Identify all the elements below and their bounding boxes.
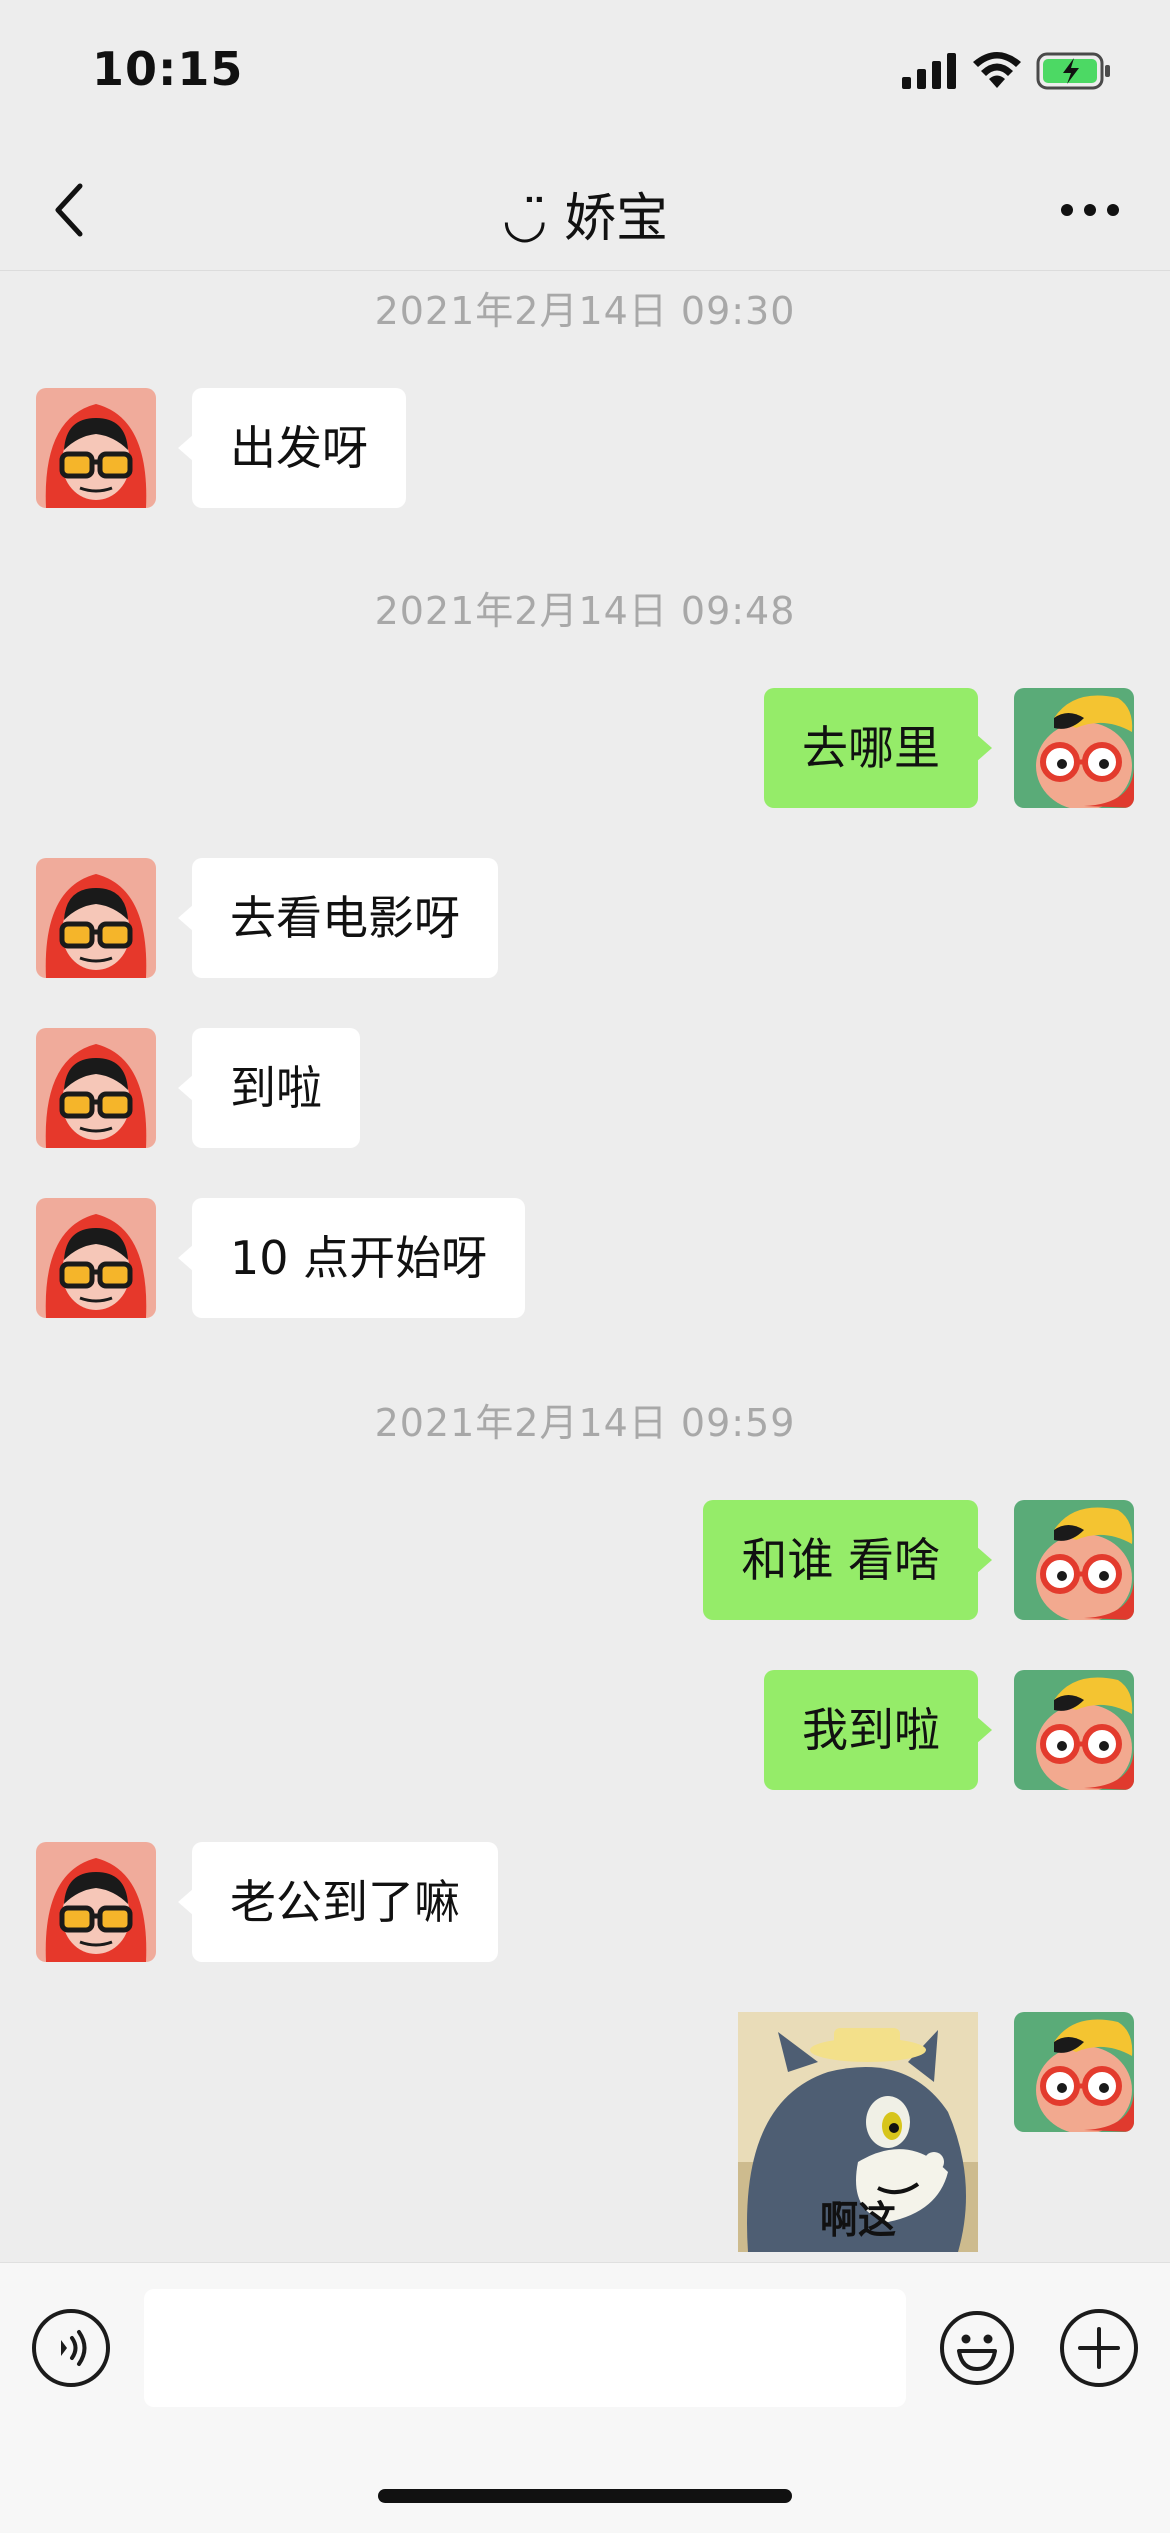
message-bubble-received[interactable]: 10 点开始呀	[177, 1198, 526, 1318]
contact-avatar-icon	[36, 858, 156, 978]
my-avatar-icon	[1014, 688, 1134, 808]
ellipsis-icon	[1061, 204, 1119, 216]
signal-icon	[902, 53, 956, 89]
plus-icon	[1078, 2327, 1120, 2369]
status-icons	[902, 52, 1112, 90]
contact-avatar-icon	[36, 388, 156, 508]
chat-title: ◡̈ 娇宝	[502, 189, 668, 249]
contact-avatar[interactable]	[36, 388, 156, 508]
emoji-icon	[940, 2311, 1014, 2385]
wifi-icon	[973, 52, 1021, 88]
sticker-caption: 啊这	[819, 2198, 896, 2242]
more-button[interactable]	[1050, 180, 1130, 240]
input-bar	[0, 2262, 1170, 2533]
my-avatar-icon	[1014, 2012, 1134, 2132]
nav-bar: ◡̈ 娇宝	[0, 150, 1170, 271]
my-avatar[interactable]	[1014, 688, 1134, 808]
message-bubble-sent[interactable]: 去哪里	[764, 688, 992, 808]
message-input[interactable]	[144, 2289, 906, 2407]
status-bar: 10:15	[0, 0, 1170, 150]
my-avatar[interactable]	[1014, 1670, 1134, 1790]
my-avatar[interactable]	[1014, 1500, 1134, 1620]
chat-area[interactable]: 2021年2月14日 09:30 出发呀 2021年2月14日 09:48 去哪…	[0, 270, 1170, 2260]
message-bubble-received[interactable]: 到啦	[178, 1028, 360, 1148]
message-bubble-sent[interactable]: 我到啦	[764, 1670, 992, 1790]
contact-avatar[interactable]	[36, 1028, 156, 1148]
timestamp: 2021年2月14日 09:59	[374, 1401, 796, 1445]
home-indicator[interactable]	[378, 2489, 792, 2503]
contact-avatar-icon	[36, 1198, 156, 1318]
my-avatar-icon	[1014, 1500, 1134, 1620]
emoji-button[interactable]	[938, 2309, 1016, 2387]
my-avatar-icon	[1014, 1670, 1134, 1790]
timestamp: 2021年2月14日 09:30	[374, 289, 796, 333]
message-bubble-received[interactable]: 去看电影呀	[178, 858, 498, 978]
contact-avatar[interactable]	[36, 1842, 156, 1962]
message-bubble-sent[interactable]: 和谁 看啥	[703, 1500, 992, 1620]
status-time: 10:15	[92, 42, 244, 96]
message-bubble-received[interactable]: 老公到了嘛	[178, 1842, 498, 1962]
contact-avatar[interactable]	[36, 1198, 156, 1318]
more-actions-button[interactable]	[1060, 2309, 1138, 2387]
battery-charging-icon	[1036, 52, 1110, 90]
voice-button[interactable]	[32, 2309, 110, 2387]
contact-avatar-icon	[36, 1842, 156, 1962]
contact-avatar[interactable]	[36, 858, 156, 978]
timestamp: 2021年2月14日 09:48	[374, 589, 796, 633]
message-bubble-received[interactable]: 出发呀	[178, 388, 406, 508]
voice-icon	[61, 2330, 87, 2366]
contact-avatar-icon	[36, 1028, 156, 1148]
my-avatar[interactable]	[1014, 2012, 1134, 2132]
sticker-message[interactable]: 啊这	[738, 2012, 978, 2252]
